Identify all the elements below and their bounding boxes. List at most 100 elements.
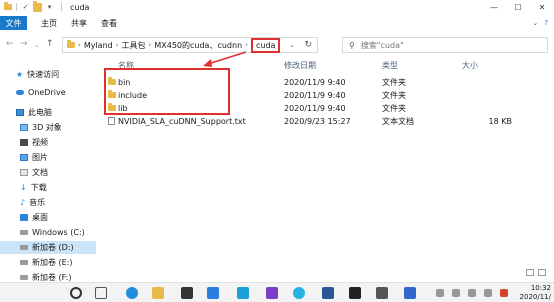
search-input[interactable]: ⚲ 搜索"cuda" (342, 37, 548, 53)
word-icon[interactable] (322, 287, 334, 299)
sidebar-item-label: 此电脑 (28, 108, 52, 117)
back-arrow-icon[interactable]: ← (6, 39, 14, 49)
tab-home[interactable]: 主页 (41, 18, 57, 29)
window-title: cuda (70, 2, 90, 12)
sidebar-item-label: 音乐 (29, 198, 46, 207)
column-header-size[interactable]: 大小 (462, 60, 478, 72)
tab-file[interactable]: 文件 (0, 16, 27, 30)
sidebar-item-drive-d[interactable]: 新加卷 (D:) (0, 241, 96, 254)
app-icon[interactable] (293, 287, 305, 299)
sidebar-item-onedrive[interactable]: OneDrive (0, 86, 96, 99)
ribbon-tabs: 文件 主页 共享 查看 ⌄ ? (0, 16, 554, 30)
file-type: 文件夹 (382, 77, 406, 87)
help-icon[interactable]: ? (544, 19, 548, 27)
clock[interactable]: 10:32 2020/11/ (520, 284, 551, 302)
breadcrumb-separator-icon[interactable]: › (149, 41, 152, 49)
sidebar-item-3d-objects[interactable]: 3D 对象 (0, 121, 96, 134)
sidebar-item-downloads[interactable]: ↓ 下载 (0, 181, 96, 194)
app-icon[interactable] (376, 287, 388, 299)
maximize-button[interactable]: ☐ (506, 0, 530, 14)
sidebar-item-label: 视频 (32, 138, 48, 147)
folder-icon (4, 2, 12, 10)
mail-icon[interactable] (207, 287, 219, 299)
file-type: 文件夹 (382, 90, 406, 100)
video-icon (20, 139, 28, 146)
sidebar-item-quick-access[interactable]: ★ 快速访问 (0, 68, 96, 81)
large-icons-view-icon[interactable] (538, 269, 546, 276)
minimize-button[interactable]: — (482, 0, 506, 14)
navigation-pane: ★ 快速访问 OneDrive 此电脑 3D 对象 视频 图片 文档 ↓ 下载 … (0, 60, 96, 282)
file-explorer-icon[interactable] (152, 287, 164, 299)
properties-icon[interactable]: ✓ (21, 3, 30, 12)
document-icon (20, 169, 28, 176)
sidebar-item-label: 文档 (32, 168, 48, 177)
sidebar-item-label: 桌面 (32, 213, 48, 222)
tray-icon[interactable] (484, 289, 492, 297)
address-bar[interactable]: › Myland › 工具包 › MX450的cuda、cudnn › cuda… (62, 37, 318, 53)
sidebar-item-label: 图片 (32, 153, 48, 162)
recent-locations-icon[interactable]: ⌄ (34, 41, 40, 49)
search-icon: ⚲ (349, 40, 355, 50)
edge-icon[interactable] (126, 287, 138, 299)
desktop-icon (20, 214, 28, 221)
sidebar-item-videos[interactable]: 视频 (0, 136, 96, 149)
new-folder-icon[interactable] (33, 0, 42, 12)
terminal-icon[interactable] (349, 287, 361, 299)
file-row-nvidia-txt[interactable]: NVIDIA_SLA_cuDNN_Support.txt 2020/9/23 1… (104, 115, 550, 127)
breadcrumb-separator-icon[interactable]: › (245, 41, 248, 49)
quick-access-dropdown-icon[interactable]: ▾ (45, 3, 54, 12)
file-date: 2020/11/9 9:40 (284, 77, 346, 87)
column-header-date[interactable]: 修改日期 (284, 60, 316, 72)
sidebar-item-documents[interactable]: 文档 (0, 166, 96, 179)
app-icon[interactable] (237, 287, 249, 299)
tab-share[interactable]: 共享 (71, 18, 87, 29)
picture-icon (20, 154, 28, 161)
sidebar-item-label: 新加卷 (D:) (32, 243, 74, 252)
up-arrow-icon[interactable]: ↑ (46, 39, 54, 49)
close-button[interactable]: ✕ (530, 0, 554, 14)
refresh-icon[interactable]: ↻ (304, 40, 312, 50)
tray-icon[interactable] (452, 289, 460, 297)
cortana-icon[interactable] (70, 287, 82, 299)
tab-view[interactable]: 查看 (101, 18, 117, 29)
tray-icon[interactable] (436, 289, 444, 297)
app-icon[interactable] (404, 287, 416, 299)
sidebar-item-desktop[interactable]: 桌面 (0, 211, 96, 224)
taskbar: 10:32 2020/11/ (0, 282, 554, 302)
store-icon[interactable] (181, 287, 193, 299)
title-bar: ✓ ▾ cuda — ☐ ✕ (0, 0, 554, 14)
download-icon: ↓ (20, 182, 27, 192)
file-type: 文本文档 (382, 116, 414, 126)
folder-icon (67, 40, 75, 48)
breadcrumb-separator-icon[interactable]: › (78, 41, 81, 49)
address-row: ← → ⌄ ↑ › Myland › 工具包 › MX450的cuda、cudn… (0, 34, 554, 56)
sidebar-item-drive-c[interactable]: Windows (C:) (0, 226, 96, 239)
sidebar-item-label: 下载 (30, 183, 47, 192)
sidebar-item-pictures[interactable]: 图片 (0, 151, 96, 164)
sidebar-item-music[interactable]: ♪ 音乐 (0, 196, 96, 209)
details-view-icon[interactable] (526, 269, 534, 276)
breadcrumb-mx450[interactable]: MX450的cuda、cudnn (154, 40, 242, 51)
star-icon: ★ (16, 69, 24, 79)
app-icon[interactable] (266, 287, 278, 299)
tray-icon[interactable] (468, 289, 476, 297)
breadcrumb-current[interactable]: cuda (250, 37, 281, 53)
highlight-box (104, 68, 230, 115)
file-date: 2020/9/23 15:27 (284, 116, 351, 126)
task-view-icon[interactable] (95, 287, 107, 299)
expand-ribbon-icon[interactable]: ⌄ (532, 19, 538, 27)
address-dropdown-icon[interactable]: ⌄ (289, 41, 295, 49)
cube-icon (20, 124, 28, 131)
window-controls: — ☐ ✕ (482, 0, 554, 14)
breadcrumb-myland[interactable]: Myland (84, 41, 113, 50)
search-placeholder: 搜索"cuda" (360, 40, 404, 50)
divider (16, 3, 17, 11)
breadcrumb-separator-icon[interactable]: › (116, 41, 119, 49)
column-header-type[interactable]: 类型 (382, 60, 398, 72)
drive-icon (20, 230, 28, 235)
breadcrumb-toolkit[interactable]: 工具包 (122, 40, 146, 51)
sidebar-item-label: Windows (C:) (32, 228, 85, 237)
forward-arrow-icon[interactable]: → (20, 39, 28, 49)
tray-icon[interactable] (500, 289, 508, 297)
sidebar-item-this-pc[interactable]: 此电脑 (0, 106, 96, 119)
